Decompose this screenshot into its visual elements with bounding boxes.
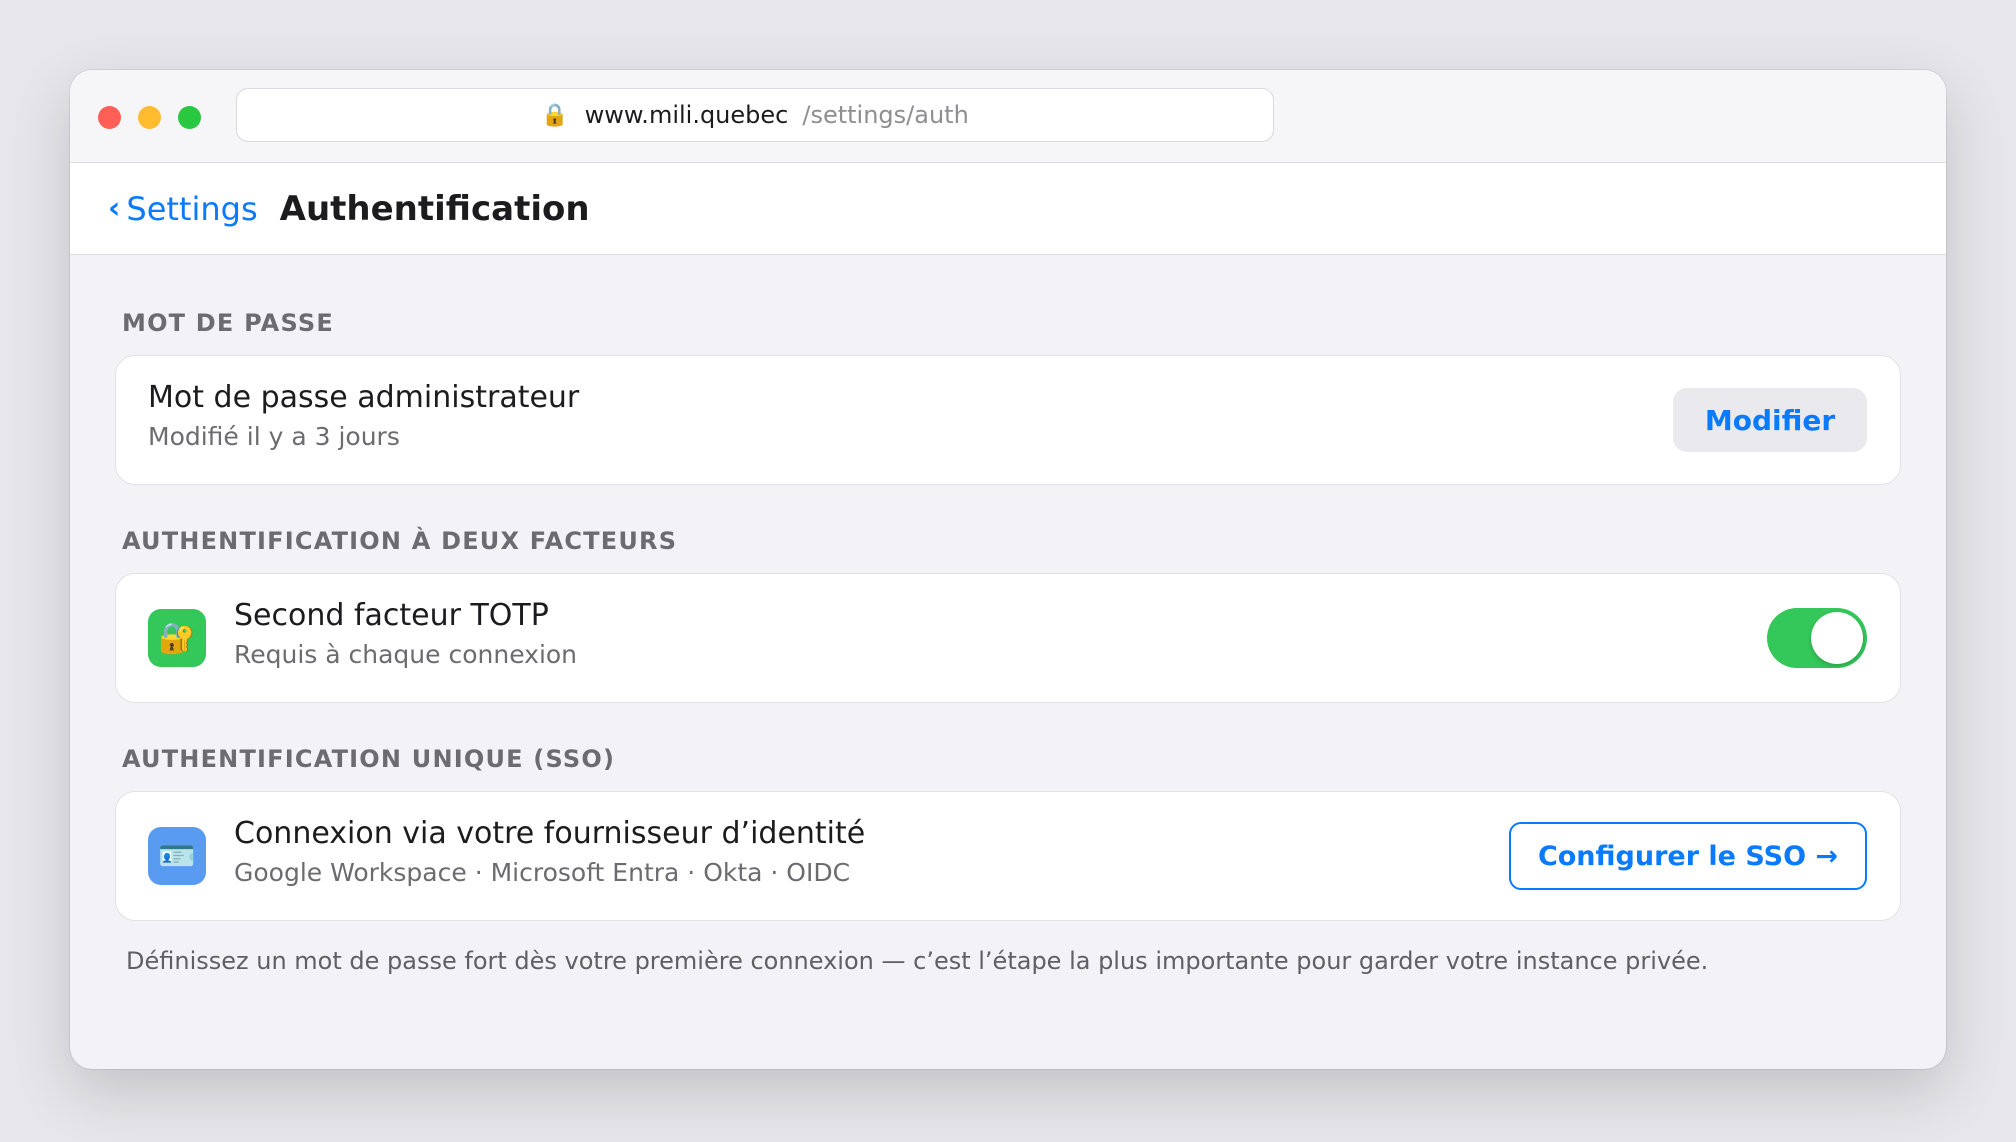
lock-key-icon: 🔐 bbox=[148, 609, 206, 667]
back-button[interactable]: ‹ Settings bbox=[108, 190, 258, 228]
id-card-icon: 🪪 bbox=[148, 827, 206, 885]
page-title: Authentification bbox=[279, 188, 590, 229]
minimize-window-button[interactable] bbox=[138, 106, 161, 129]
browser-window: 🔒 www.mili.quebec /settings/auth ‹ Setti… bbox=[70, 70, 1946, 1069]
chevron-left-icon: ‹ bbox=[108, 190, 121, 226]
password-row-title: Mot de passe administrateur bbox=[148, 380, 580, 415]
url-domain: www.mili.quebec bbox=[584, 101, 789, 129]
zoom-window-button[interactable] bbox=[178, 106, 201, 129]
totp-card: 🔐 Second facteur TOTP Requis à chaque co… bbox=[115, 573, 1901, 703]
toggle-knob bbox=[1811, 612, 1863, 664]
modify-password-button[interactable]: Modifier bbox=[1673, 388, 1867, 452]
back-button-label: Settings bbox=[126, 189, 258, 228]
sso-card: 🪪 Connexion via votre fournisseur d’iden… bbox=[115, 791, 1901, 921]
totp-row-title: Second facteur TOTP bbox=[234, 598, 549, 633]
nav-bar: ‹ Settings Authentification bbox=[70, 163, 1946, 255]
totp-toggle[interactable] bbox=[1767, 608, 1867, 668]
settings-content: MOT DE PASSE Mot de passe administrateur… bbox=[70, 255, 1946, 975]
address-bar[interactable]: 🔒 www.mili.quebec /settings/auth bbox=[236, 88, 1274, 142]
sso-row-subtitle: Google Workspace · Microsoft Entra · Okt… bbox=[234, 858, 851, 887]
footer-note: Définissez un mot de passe fort dès votr… bbox=[126, 947, 1709, 975]
sso-row-title: Connexion via votre fournisseur d’identi… bbox=[234, 816, 866, 851]
password-row-subtitle: Modifié il y a 3 jours bbox=[148, 422, 400, 451]
password-card: Mot de passe administrateur Modifié il y… bbox=[115, 355, 1901, 485]
url-path: /settings/auth bbox=[802, 101, 969, 129]
title-bar: 🔒 www.mili.quebec /settings/auth bbox=[70, 70, 1946, 163]
totp-row-subtitle: Requis à chaque connexion bbox=[234, 640, 578, 669]
close-window-button[interactable] bbox=[98, 106, 121, 129]
configure-sso-button[interactable]: Configurer le SSO → bbox=[1509, 822, 1867, 890]
lock-icon: 🔒 bbox=[541, 102, 569, 128]
